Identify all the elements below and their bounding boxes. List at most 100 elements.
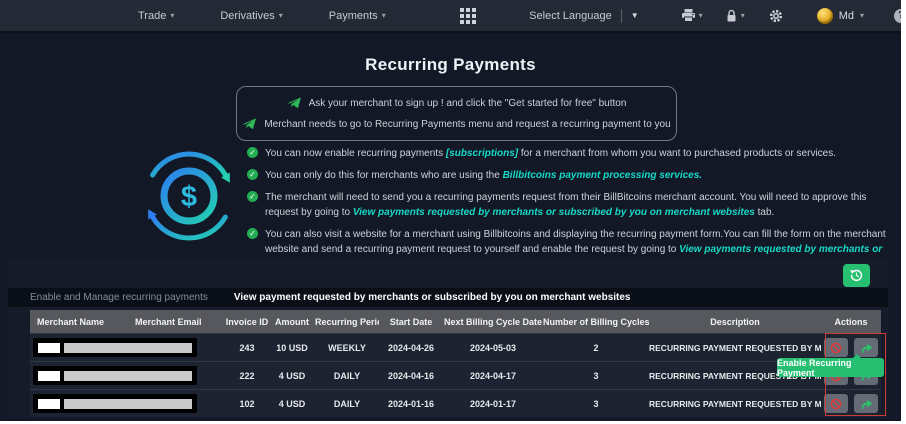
list-item: ✓ The merchant will need to send you a r… [247,190,899,220]
table-row: 222 4 USD DAILY 2024-04-16 2024-04-17 3 … [30,361,881,389]
table-row: 243 10 USD WEEKLY 2024-04-26 2024-05-03 … [30,333,881,361]
bullet-text: You can only do this for merchants who a… [265,170,503,181]
nav-menu-trade[interactable]: Trade ▾ [138,10,174,22]
merchant-cell [30,394,225,413]
intro-line: Merchant needs to go to Recurring Paymen… [237,118,676,130]
language-selector[interactable]: Select Language ▼ [529,8,639,23]
start-date-cell: 2024-01-16 [387,398,435,409]
enable-arrow-icon [861,343,872,353]
chevron-down-icon: ▾ [278,11,283,20]
enable-recurring-button[interactable] [854,394,878,413]
top-navbar: Trade ▾ Derivatives ▾ Payments ▾ Select … [0,0,901,33]
billbitcoins-services-link[interactable]: Billbitcoins payment processing services… [503,170,703,181]
redacted-merchant-info [33,366,197,385]
block-icon [830,398,842,409]
enable-recurring-tooltip: Enable Recurring Payment [777,354,884,378]
app-window: Trade ▾ Derivatives ▾ Payments ▾ Select … [0,0,901,421]
cycles-cell: 3 [593,398,599,409]
col-period: Recurring Period [315,316,379,327]
recurring-payments-table: Merchant Name Merchant Email Invoice ID … [30,310,881,417]
avatar [816,7,833,24]
history-refresh-button[interactable] [843,264,870,287]
caret-down-icon: ▼ [630,11,639,20]
amount-cell: 10 USD [276,342,308,353]
intro-line: Ask your merchant to sign up ! and click… [237,97,676,109]
view-payments-tab-link[interactable]: View payments requested by merchants or … [353,207,755,218]
block-icon [830,342,842,353]
history-icon [850,269,863,282]
actions-cell [821,394,881,413]
redacted-merchant-info [33,338,197,357]
col-amount: Amount [275,316,309,327]
bullet-text: tab. [754,207,775,218]
user-menu[interactable]: Md ▾ [816,7,864,24]
svg-text:$: $ [181,181,197,213]
col-actions: Actions [834,316,868,327]
nav-menu-derivatives[interactable]: Derivatives ▾ [220,10,282,22]
paper-plane-icon [242,118,257,130]
chevron-down-icon: ▾ [859,11,864,20]
check-icon: ✓ [247,147,258,158]
nav-menu-payments[interactable]: Payments ▾ [329,10,386,22]
chevron-down-icon: ▾ [698,11,703,20]
security-menu[interactable]: ▾ [725,9,745,23]
merchant-cell [30,338,225,357]
nav-left-group: Trade ▾ Derivatives ▾ Payments ▾ [138,7,476,24]
printer-menu[interactable]: ▾ [681,9,703,22]
actions-cell [821,338,881,357]
next-billing-cell: 2024-04-17 [469,370,517,381]
check-icon: ✓ [247,228,258,239]
intro-text: Ask your merchant to sign up ! and click… [308,97,627,109]
merchant-cell [30,366,225,385]
intro-text: Merchant needs to go to Recurring Paymen… [264,118,671,130]
redacted-merchant-info [33,394,197,413]
lock-icon [727,9,736,21]
chevron-down-icon: ▾ [381,11,386,20]
list-item: ✓ You can now enable recurring payments … [247,146,899,161]
apps-grid-icon[interactable] [459,7,476,24]
tab-enable-manage[interactable]: Enable and Manage recurring payments [30,292,208,303]
period-cell: WEEKLY [328,342,366,353]
nav-menu-payments-label: Payments [328,9,378,22]
cycles-cell: 3 [593,370,599,381]
divider [620,8,622,23]
cancel-recurring-button[interactable] [824,394,848,413]
start-date-cell: 2024-04-26 [387,342,435,353]
amount-cell: 4 USD [278,370,306,381]
table-row: 102 4 USD DAILY 2024-01-16 2024-01-17 3 … [30,389,881,417]
description-cell: RECURRING PAYMENT REQUESTED BY MERCHANT [649,398,821,409]
intro-box: Ask your merchant to sign up ! and click… [236,86,677,141]
payments-table-card: Enable and Manage recurring payments Vie… [8,258,888,418]
gear-icon [769,9,782,22]
nav-right-group: Select Language ▼ ▾ ▾ Md ▾ [529,7,901,24]
cycles-cell: 2 [593,342,599,353]
amount-cell: 4 USD [278,398,306,409]
tab-view-requested[interactable]: View payment requested by merchants or s… [234,292,631,303]
page-title: Recurring Payments [365,55,536,74]
col-next-billing: Next Billing Cycle Date [443,316,543,327]
invoice-id-cell: 222 [239,370,255,381]
next-billing-cell: 2024-01-17 [469,398,517,409]
col-invoice-id: Invoice ID [225,316,269,327]
chevron-down-icon: ▾ [740,11,745,20]
enable-arrow-icon [861,399,872,409]
list-item: ✓ You can only do this for merchants who… [247,168,899,183]
settings-button[interactable] [769,9,783,23]
recurring-dollar-illustration: $ [141,148,237,244]
chevron-down-icon: ▾ [170,11,175,20]
printer-icon [681,9,695,22]
invoice-id-cell: 243 [239,342,255,353]
invoice-id-cell: 102 [239,398,255,409]
bullet-text: You can now enable recurring payments [265,148,446,159]
nav-menu-trade-label: Trade [138,9,167,22]
col-description: Description [710,316,760,327]
tab-bar: Enable and Manage recurring payments Vie… [8,288,888,307]
col-merchant-email: Merchant Email [135,316,202,327]
paper-plane-icon [286,97,301,109]
period-cell: DAILY [333,370,361,381]
col-start-date: Start Date [389,316,433,327]
cancel-recurring-button[interactable] [824,338,848,357]
nav-menu-derivatives-label: Derivatives [220,9,275,22]
language-selector-label: Select Language [529,9,612,22]
help-icon[interactable]: ? [894,8,901,23]
